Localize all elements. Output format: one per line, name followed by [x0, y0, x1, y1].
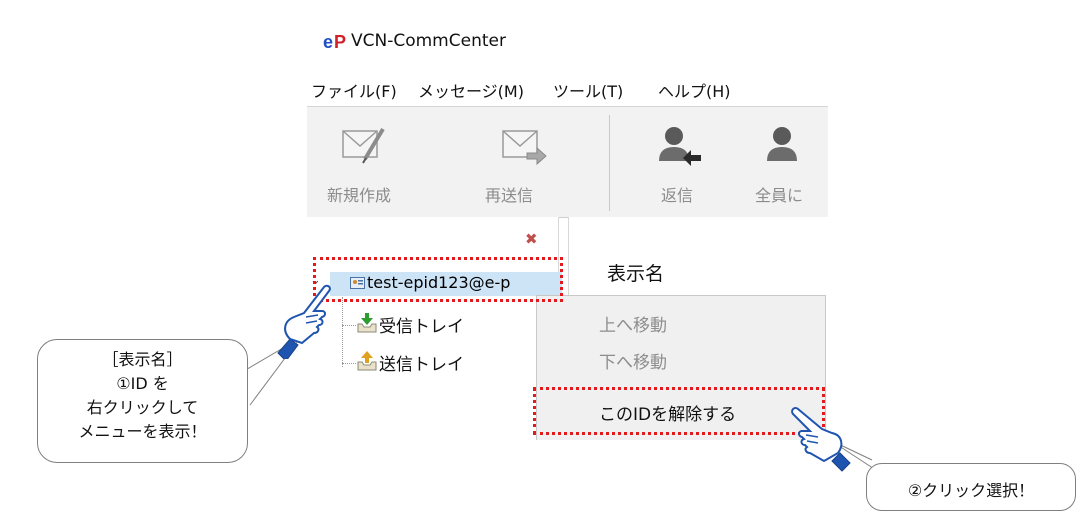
- menu-help[interactable]: ヘルプ(H): [658, 78, 731, 102]
- callout-right-click: ［表示名］ ①ID を 右クリックして メニューを表示！: [37, 339, 248, 463]
- pointing-hand-icon: [791, 406, 851, 472]
- reply-person-icon: [659, 127, 701, 166]
- reply-label: 返信: [661, 186, 694, 205]
- inbox-icon: [357, 313, 377, 333]
- outbox-icon: [357, 351, 377, 371]
- close-icon[interactable]: ✖: [525, 230, 538, 248]
- reply-all-label: 全員に: [755, 186, 804, 205]
- highlight-account: [313, 257, 563, 302]
- menu-tools[interactable]: ツール(T): [553, 78, 623, 102]
- tree-line: [342, 325, 356, 326]
- svg-text:P: P: [334, 32, 346, 52]
- window-title: VCN-CommCenter: [351, 31, 506, 51]
- svg-text:e: e: [323, 32, 333, 52]
- tree-line: [342, 363, 356, 364]
- toolbar: 新規作成 再送信 返信 全員に: [307, 106, 828, 218]
- app-logo-icon: e P: [323, 32, 346, 52]
- app-window: e P VCN-CommCenter ファイル(F) メッセージ(M) ツール(…: [307, 0, 828, 440]
- menu-item-move-down[interactable]: 下へ移動: [599, 348, 667, 373]
- new-label: 新規作成: [327, 186, 392, 205]
- column-header-display-name[interactable]: 表示名: [607, 259, 664, 286]
- resend-button[interactable]: 再送信: [485, 107, 565, 217]
- folder-pane: ✖ ⌄ test-epid123@e-p 受信トレイ 送信トレイ: [307, 217, 562, 440]
- highlight-remove-id: [533, 387, 825, 435]
- folder-label-inbox: 受信トレイ: [379, 317, 464, 337]
- menu-file[interactable]: ファイル(F): [311, 78, 397, 102]
- tree-line: [342, 297, 343, 367]
- callout-line: ①ID を: [116, 374, 169, 393]
- callout-text: ②クリック選択！: [907, 481, 1035, 500]
- folder-label-outbox: 送信トレイ: [379, 355, 464, 375]
- callout-line: 右クリックして: [86, 398, 199, 417]
- resend-label: 再送信: [485, 186, 534, 205]
- callout-click-select: ②クリック選択！: [866, 463, 1076, 511]
- new-button[interactable]: 新規作成: [325, 107, 415, 217]
- resend-mail-icon: [502, 130, 547, 166]
- new-mail-icon: [342, 127, 385, 164]
- toolbar-separator: [609, 115, 610, 211]
- reply-button[interactable]: 返信: [647, 107, 717, 217]
- reply-all-button[interactable]: 全員に: [755, 107, 828, 217]
- callout-line: メニューを表示！: [78, 422, 207, 441]
- menu-item-move-up[interactable]: 上へ移動: [599, 311, 667, 336]
- callout-line: ［表示名］: [102, 350, 183, 369]
- menu-message[interactable]: メッセージ(M): [418, 78, 524, 102]
- reply-all-person-icon: [767, 127, 797, 161]
- pointing-hand-icon: [277, 284, 331, 359]
- menu-bar: ファイル(F) メッセージ(M) ツール(T) ヘルプ(H): [307, 70, 828, 106]
